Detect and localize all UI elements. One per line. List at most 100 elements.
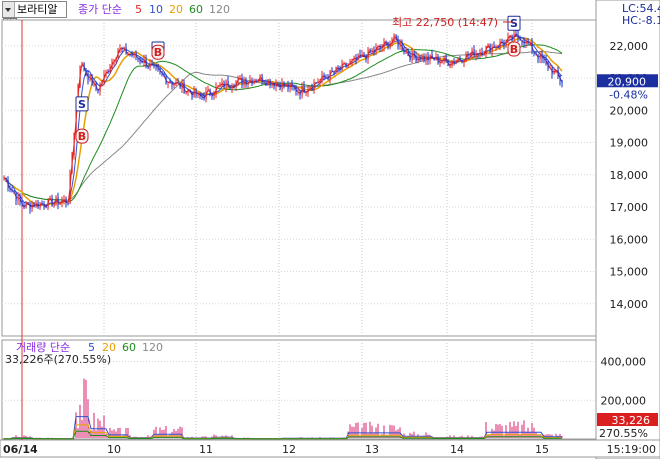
candle-body xyxy=(199,92,201,97)
price-tick-label: 14,000 xyxy=(610,298,649,311)
candle-body xyxy=(549,67,551,69)
candle-body xyxy=(163,74,165,77)
candle-body xyxy=(429,54,431,61)
candle-body xyxy=(357,54,359,61)
candle-body xyxy=(359,54,361,57)
candle-body xyxy=(15,193,17,201)
candle-body xyxy=(427,55,429,61)
candle-body xyxy=(9,187,11,190)
candle-body xyxy=(131,54,133,56)
candle-body xyxy=(461,59,463,63)
candle-body xyxy=(65,199,67,204)
candle-body xyxy=(219,85,221,87)
candle-body xyxy=(489,44,491,53)
candle-body xyxy=(341,63,343,70)
volume-ma-period-120: 120 xyxy=(142,341,163,354)
candle-body xyxy=(301,85,303,96)
candle-body xyxy=(497,46,499,48)
stock-chart-window: 보라티알 종가 단순510206012022,00021,00020,00019… xyxy=(0,0,660,459)
candle-body xyxy=(41,203,43,205)
candle-body xyxy=(327,77,329,80)
candle-body xyxy=(107,71,109,73)
candle-body xyxy=(499,41,501,47)
candle-body xyxy=(459,58,461,60)
candle-body xyxy=(255,80,257,82)
candle-body xyxy=(505,39,507,45)
candle-body xyxy=(179,82,181,89)
candle-body xyxy=(521,40,523,42)
candle-body xyxy=(177,82,179,84)
candle-body xyxy=(69,172,71,204)
candle-body xyxy=(137,57,139,59)
candle-body xyxy=(467,53,469,56)
candle-body xyxy=(337,67,339,69)
current-price: 20,900 xyxy=(608,75,647,88)
candle-body xyxy=(25,202,27,208)
candle-body xyxy=(533,51,535,53)
candle-body xyxy=(251,79,253,84)
candle-body xyxy=(283,82,285,87)
candle-body xyxy=(481,51,483,55)
candle-body xyxy=(319,79,321,83)
candle-body xyxy=(389,43,391,48)
candle-body xyxy=(67,203,69,205)
candle-body xyxy=(441,61,443,63)
candle-body xyxy=(43,203,45,207)
price-ma-title: 종가 단순 xyxy=(78,3,122,16)
candle-body xyxy=(207,89,209,92)
candle-body xyxy=(297,91,299,93)
candle-body xyxy=(111,61,113,68)
candle-body xyxy=(361,53,363,57)
candle-body xyxy=(329,70,331,80)
price-tick-label: 16,000 xyxy=(610,233,649,246)
candle-body xyxy=(29,203,31,210)
candle-body xyxy=(281,82,283,90)
candle-body xyxy=(3,177,5,179)
price-tick-label: 18,000 xyxy=(610,169,649,182)
candle-body xyxy=(335,67,337,73)
candle-body xyxy=(545,58,547,62)
candle-body xyxy=(93,81,95,86)
candle-body xyxy=(443,56,445,62)
candle-body xyxy=(23,206,25,208)
time-axis-clock: 15:19:00 xyxy=(607,443,656,456)
candle-body xyxy=(399,42,401,47)
candle-body xyxy=(17,195,19,201)
candle-body xyxy=(63,199,65,201)
candle-body xyxy=(559,75,561,81)
candle-body xyxy=(369,49,371,53)
candle-body xyxy=(347,64,349,67)
candle-body xyxy=(189,89,191,93)
candle-body xyxy=(229,87,231,89)
candle-body xyxy=(101,81,103,84)
candle-body xyxy=(53,202,55,207)
candle-body xyxy=(261,75,263,83)
candle-body xyxy=(97,89,99,92)
candle-body xyxy=(473,49,475,58)
candle-body xyxy=(35,202,37,208)
candle-body xyxy=(543,58,545,60)
candle-body xyxy=(525,40,527,45)
candle-body xyxy=(373,50,375,52)
candle-body xyxy=(363,53,365,57)
price-ma-period-120: 120 xyxy=(209,3,230,16)
candle-body xyxy=(145,59,147,68)
candle-body xyxy=(397,38,399,47)
candle-body xyxy=(133,52,135,56)
candle-body xyxy=(81,62,83,66)
candle-body xyxy=(141,61,143,63)
candle-body xyxy=(395,34,397,39)
candle-body xyxy=(291,83,293,87)
candle-body xyxy=(121,48,123,50)
candle-body xyxy=(237,78,239,82)
candle-body xyxy=(413,51,415,56)
candle-body xyxy=(117,49,119,58)
candle-body xyxy=(447,60,449,66)
candle-body xyxy=(5,177,7,181)
candle-body xyxy=(371,50,373,53)
price-tick-label: 22,000 xyxy=(610,40,649,53)
price-panel xyxy=(1,19,597,337)
candle-body xyxy=(401,42,403,51)
candle-body xyxy=(129,54,131,56)
candle-body xyxy=(491,46,493,53)
